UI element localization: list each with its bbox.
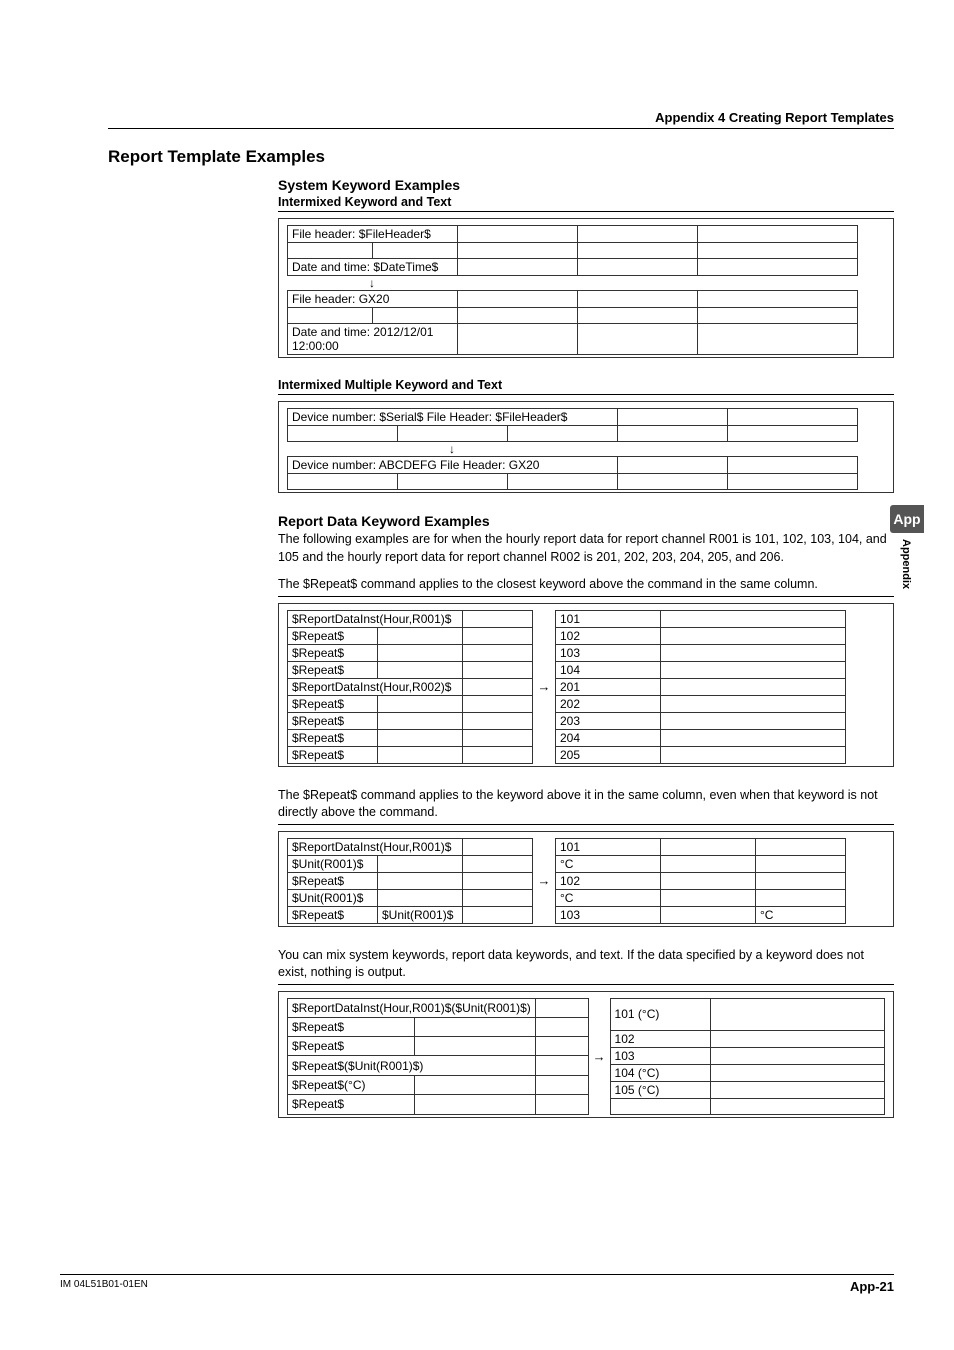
table-cell: 105 (°C) bbox=[610, 1081, 710, 1098]
example-box: $ReportDataInst(Hour,R001)$ $Unit(R001)$… bbox=[278, 831, 894, 927]
table-cell: Device number: $Serial$ File Header: $Fi… bbox=[288, 409, 618, 426]
down-arrow-icon: ↓ bbox=[287, 443, 617, 455]
paragraph: You can mix system keywords, report data… bbox=[278, 947, 894, 985]
table-cell: $ReportDataInst(Hour,R001)$ bbox=[288, 838, 463, 855]
template-table: $ReportDataInst(Hour,R001)$ $Unit(R001)$… bbox=[287, 838, 533, 924]
paragraph: The $Repeat$ command applies to the keyw… bbox=[278, 787, 894, 825]
table-cell: 104 (°C) bbox=[610, 1064, 710, 1081]
table-cell: $Unit(R001)$ bbox=[288, 889, 378, 906]
table-cell: $ReportDataInst(Hour,R001)$ bbox=[288, 610, 463, 627]
example-box: Device number: $Serial$ File Header: $Fi… bbox=[278, 401, 894, 493]
table-cell: Date and time: 2012/12/01 12:00:00 bbox=[288, 324, 458, 355]
table-cell: 102 bbox=[610, 1030, 710, 1047]
side-tab: App Appendix bbox=[890, 505, 924, 589]
output-table: 101 102 103 104 201 202 203 204 205 bbox=[555, 610, 846, 764]
table-cell: 203 bbox=[556, 712, 661, 729]
table-cell: $Repeat$ bbox=[288, 729, 378, 746]
arrow-icon: → bbox=[533, 610, 555, 764]
table-cell: °C bbox=[756, 906, 846, 923]
table-cell: File header: GX20 bbox=[288, 291, 458, 308]
table-cell: $Repeat$ bbox=[288, 712, 378, 729]
table-cell: Device number: ABCDEFG File Header: GX20 bbox=[288, 457, 618, 474]
table-cell: 104 bbox=[556, 661, 661, 678]
template-table: Device number: $Serial$ File Header: $Fi… bbox=[287, 408, 858, 442]
page-footer: IM 04L51B01-01EN App-21 bbox=[60, 1274, 894, 1294]
table-cell: 103 bbox=[556, 906, 661, 923]
output-table: File header: GX20 Date and time: 2012/12… bbox=[287, 290, 858, 355]
table-cell: $ReportDataInst(Hour,R001)$($Unit(R001)$… bbox=[288, 998, 536, 1017]
table-cell: 101 (°C) bbox=[610, 998, 710, 1030]
table-cell: °C bbox=[556, 889, 661, 906]
paragraph: The following examples are for when the … bbox=[278, 531, 894, 566]
paragraph: The $Repeat$ command applies to the clos… bbox=[278, 576, 894, 597]
table-cell: °C bbox=[556, 855, 661, 872]
table-cell: 103 bbox=[610, 1047, 710, 1064]
footer-page-number: App-21 bbox=[850, 1279, 894, 1294]
table-cell: 102 bbox=[556, 627, 661, 644]
down-arrow-icon: ↓ bbox=[287, 277, 457, 289]
table-cell: 205 bbox=[556, 746, 661, 763]
table-cell: 101 bbox=[556, 838, 661, 855]
example-box: $ReportDataInst(Hour,R001)$ $Repeat$ $Re… bbox=[278, 603, 894, 767]
example-box: $ReportDataInst(Hour,R001)$($Unit(R001)$… bbox=[278, 991, 894, 1118]
table-cell: 101 bbox=[556, 610, 661, 627]
table-cell: $ReportDataInst(Hour,R002)$ bbox=[288, 678, 463, 695]
example-heading: Intermixed Keyword and Text bbox=[278, 195, 894, 212]
template-table: $ReportDataInst(Hour,R001)$($Unit(R001)$… bbox=[287, 998, 589, 1115]
tab-label: Appendix bbox=[890, 539, 912, 589]
table-cell: $Repeat$($Unit(R001)$) bbox=[288, 1056, 536, 1075]
table-cell: $Repeat$ bbox=[288, 746, 378, 763]
table-cell: $Repeat$ bbox=[288, 661, 378, 678]
table-cell: $Repeat$(°C) bbox=[288, 1075, 415, 1094]
template-table: File header: $FileHeader$ Date and time:… bbox=[287, 225, 858, 276]
table-cell: $Repeat$ bbox=[288, 906, 378, 923]
table-cell: $Unit(R001)$ bbox=[378, 906, 463, 923]
table-cell: $Repeat$ bbox=[288, 695, 378, 712]
template-table: $ReportDataInst(Hour,R001)$ $Repeat$ $Re… bbox=[287, 610, 533, 764]
table-cell: $Repeat$ bbox=[288, 644, 378, 661]
footer-doc-id: IM 04L51B01-01EN bbox=[60, 1279, 148, 1294]
arrow-icon: → bbox=[533, 838, 555, 924]
table-cell: $Unit(R001)$ bbox=[288, 855, 378, 872]
table-cell: 204 bbox=[556, 729, 661, 746]
table-cell bbox=[610, 1098, 710, 1114]
table-cell: 103 bbox=[556, 644, 661, 661]
table-cell: 202 bbox=[556, 695, 661, 712]
example-box: File header: $FileHeader$ Date and time:… bbox=[278, 218, 894, 358]
tab-badge: App bbox=[890, 505, 924, 533]
table-cell: $Repeat$ bbox=[288, 1037, 415, 1056]
page-header: Appendix 4 Creating Report Templates bbox=[108, 110, 894, 129]
table-cell: 201 bbox=[556, 678, 661, 695]
table-cell: Date and time: $DateTime$ bbox=[288, 259, 458, 276]
example-heading: Intermixed Multiple Keyword and Text bbox=[278, 378, 894, 395]
subsection-heading: System Keyword Examples bbox=[278, 177, 894, 193]
table-cell: $Repeat$ bbox=[288, 872, 378, 889]
table-cell: File header: $FileHeader$ bbox=[288, 226, 458, 243]
table-cell: $Repeat$ bbox=[288, 1095, 415, 1114]
output-table: 101 (°C) 102 103 104 (°C) 105 (°C) bbox=[610, 998, 885, 1115]
table-cell: 102 bbox=[556, 872, 661, 889]
output-table: Device number: ABCDEFG File Header: GX20 bbox=[287, 456, 858, 490]
arrow-icon: → bbox=[589, 998, 610, 1115]
table-cell: $Repeat$ bbox=[288, 1017, 415, 1036]
section-title: Report Template Examples bbox=[108, 147, 894, 167]
subsection-heading: Report Data Keyword Examples bbox=[278, 513, 894, 529]
output-table: 101 °C 102 °C 103°C bbox=[555, 838, 846, 924]
table-cell: $Repeat$ bbox=[288, 627, 378, 644]
